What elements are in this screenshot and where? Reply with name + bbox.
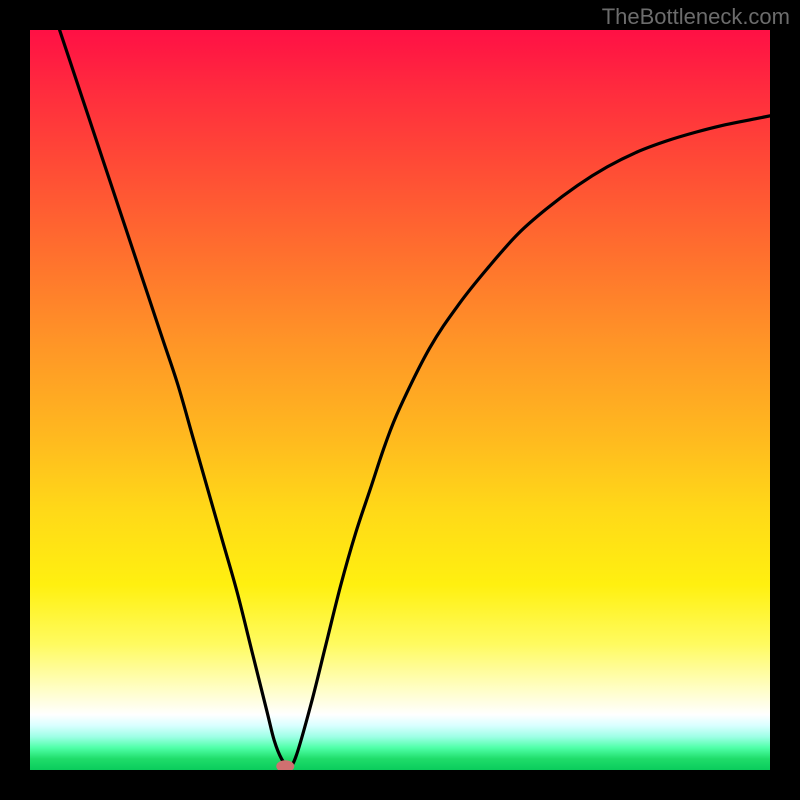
bottleneck-curve xyxy=(60,30,770,766)
chart-frame: TheBottleneck.com xyxy=(0,0,800,800)
optimal-marker xyxy=(276,760,294,770)
watermark-text: TheBottleneck.com xyxy=(602,4,790,30)
curve-layer xyxy=(30,30,770,770)
plot-area xyxy=(30,30,770,770)
